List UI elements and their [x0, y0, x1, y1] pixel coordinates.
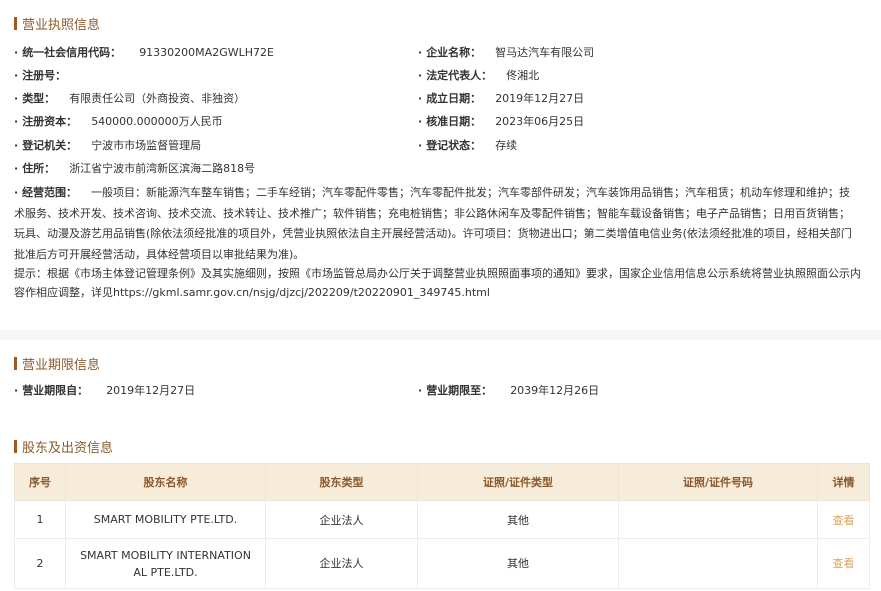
section-marker — [14, 439, 17, 453]
business-scope: · 经营范围： 一般项目：新能源汽车整车销售；二手车经销；汽车零配件零售；汽车零配… — [14, 186, 852, 261]
row-detail: 查看 — [817, 538, 870, 589]
row-name: SMART MOBILITY INTERNATION AL PTE.LTD. — [65, 538, 266, 589]
row-no: 2 — [14, 538, 66, 589]
section-marker — [14, 16, 17, 30]
reg-no-field: · 注册号： — [14, 68, 67, 83]
company-name-field: · 企业名称： 智马达汽车有限公司 — [418, 45, 595, 60]
row-cert-no — [618, 500, 818, 539]
license-section-title: 营业执照信息 — [14, 14, 100, 33]
row-no: 1 — [14, 500, 66, 539]
term-to-field: · 营业期限至： 2039年12月26日 — [418, 383, 600, 398]
row-name: SMART MOBILITY PTE.LTD. — [65, 500, 266, 539]
row-name-line: SMART MOBILITY INTERNATION — [80, 548, 251, 562]
est-date-field: · 成立日期： 2019年12月27日 — [418, 91, 585, 106]
row-type: 企业法人 — [265, 538, 418, 589]
notice-text: 提示：根据《市场主体登记管理条例》及其实施细则，按照《市场监管总局办公厅关于调整… — [14, 267, 861, 299]
type-field: · 类型： 有限责任公司（外商投资、非独资） — [14, 91, 246, 106]
approve-date-field: · 核准日期： 2023年06月25日 — [418, 114, 585, 129]
col-header-name: 股东名称 — [65, 463, 266, 501]
row-detail: 查看 — [817, 500, 870, 539]
shareholder-table: 序号 股东名称 股东类型 证照/证件类型 证照/证件号码 详情 1 SMART … — [14, 463, 870, 589]
address-field: · 住所： 浙江省宁波市前湾新区滨海二路818号 — [14, 161, 256, 176]
row-cert-no — [618, 538, 818, 589]
capital-field: · 注册资本： 540000.000000万人民币 — [14, 114, 223, 129]
authority-field: · 登记机关： 宁波市市场监督管理局 — [14, 138, 202, 153]
status-field: · 登记状态： 存续 — [418, 138, 518, 153]
table-header-row: 序号 股东名称 股东类型 证照/证件类型 证照/证件号码 详情 — [14, 463, 870, 501]
col-header-detail: 详情 — [817, 463, 870, 501]
row-type: 企业法人 — [265, 500, 418, 539]
legal-rep-field: · 法定代表人： 佟湘北 — [418, 68, 540, 83]
view-detail-link[interactable]: 查看 — [833, 514, 855, 527]
col-header-cert-no: 证照/证件号码 — [618, 463, 818, 501]
row-name-line: AL PTE.LTD. — [133, 565, 198, 579]
row-cert-type: 其他 — [417, 538, 619, 589]
term-section-title: 营业期限信息 — [14, 354, 100, 373]
section-marker — [14, 356, 17, 370]
shareholder-section-title: 股东及出资信息 — [14, 437, 113, 456]
col-header-cert-type: 证照/证件类型 — [417, 463, 619, 501]
col-header-no: 序号 — [14, 463, 66, 501]
table-row: 1 SMART MOBILITY PTE.LTD. 企业法人 其他 查看 — [14, 500, 870, 539]
section-divider — [0, 330, 881, 340]
row-cert-type: 其他 — [417, 500, 619, 539]
table-row: 2 SMART MOBILITY INTERNATION AL PTE.LTD.… — [14, 538, 870, 589]
view-detail-link[interactable]: 查看 — [833, 557, 855, 570]
term-from-field: · 营业期限自： 2019年12月27日 — [14, 383, 196, 398]
credit-code-field: · 统一社会信用代码： 91330200MA2GWLH72E — [14, 45, 274, 60]
col-header-type: 股东类型 — [265, 463, 418, 501]
